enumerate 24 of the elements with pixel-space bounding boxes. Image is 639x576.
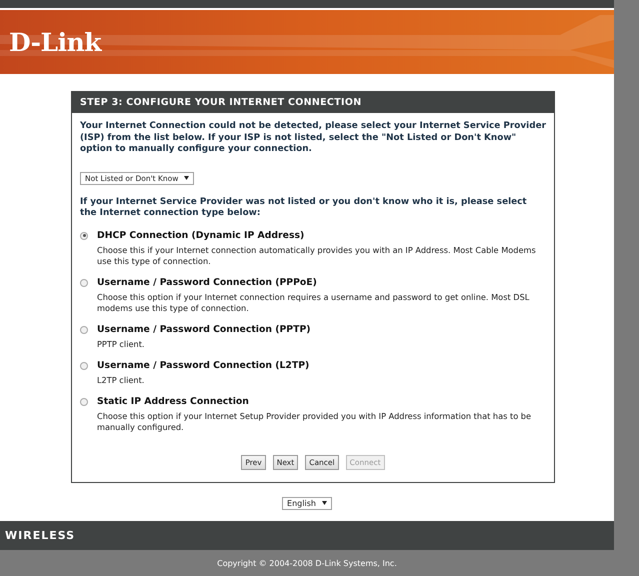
caret-icon (322, 501, 327, 505)
radio-button[interactable] (80, 232, 88, 240)
option-label: Static IP Address Connection (97, 396, 250, 406)
option-description: PPTP client. (97, 338, 146, 350)
logo: D-Link (9, 28, 102, 56)
caret-icon (184, 176, 190, 180)
brand-text: WIRELESS (5, 528, 76, 542)
radio-button[interactable] (80, 278, 88, 286)
copyright-text: Copyright © 2004-2008 D-Link Systems, Inc. (216, 558, 398, 568)
radio-button[interactable] (80, 326, 88, 334)
option-description: Choose this option if your Internet Setup Provider provided you with IP Address information that has to be manually configured. (97, 410, 532, 432)
intro-text: Your Internet Connection could not be detected, please select your Internet Service Provider (ISP) from the list below. If your ISP is not listed, select the "Not Listed or Don't Know" option to manually configure your connection. (80, 121, 546, 156)
option-description: Choose this option if your Internet connection requires a username and password to get online. Most DSL modems use this type of connection. (97, 292, 530, 314)
option-label: Username / Password Connection (PPPoE) (97, 276, 318, 288)
option-description: Choose this if your Internet connection automatically provides you with an IP Address. Most Cable Modems use this type of connection. (97, 244, 537, 266)
radio-button[interactable] (80, 398, 88, 406)
panel-title: STEP 3: CONFIGURE YOUR INTERNET CONNECTION (72, 92, 554, 113)
radio-button[interactable] (80, 362, 88, 370)
language-select[interactable]: English (282, 496, 332, 510)
option-description: L2TP client. (97, 374, 146, 386)
option-label: Username / Password Connection (PPTP) (97, 324, 312, 334)
prompt-text: If your Internet Service Provider was not listed or you don't know who it is, please select the Internet connection type below: (80, 196, 528, 220)
option-label: DHCP Connection (Dynamic IP Address) (97, 230, 306, 240)
option-label: Username / Password Connection (L2TP) (97, 360, 310, 370)
